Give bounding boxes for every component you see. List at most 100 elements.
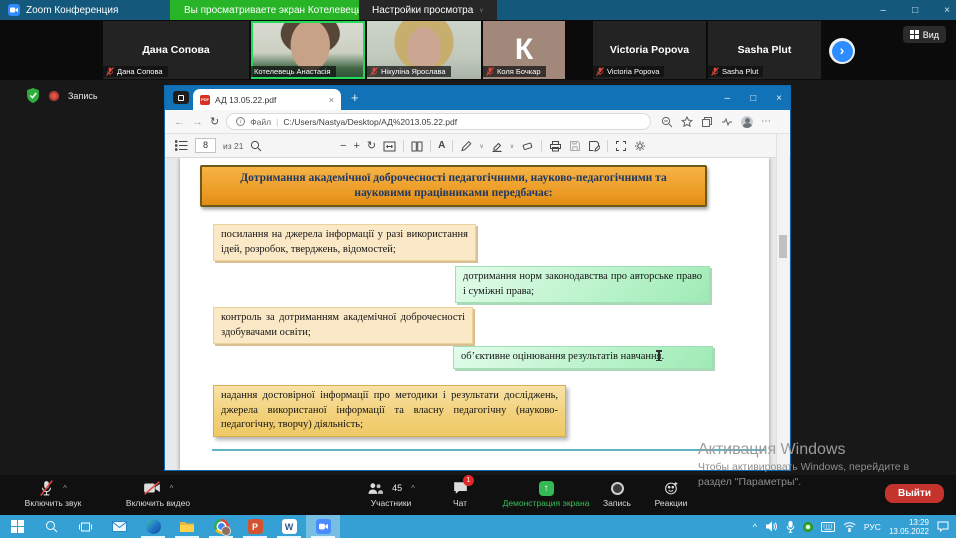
action-center-icon[interactable]	[937, 521, 949, 532]
chevron-up-icon[interactable]: ^	[170, 484, 174, 493]
participant-tile[interactable]: Дана Сопова Дана Сопова	[103, 21, 249, 79]
minimize-button[interactable]: –	[881, 5, 887, 16]
eraser-icon[interactable]	[521, 141, 534, 152]
save-icon[interactable]	[569, 140, 581, 152]
chrome-icon	[214, 519, 229, 534]
settings-gear-icon[interactable]	[634, 140, 646, 152]
start-video-button[interactable]: ^ Включить видео	[104, 479, 212, 508]
shared-edge-window: PDF АД 13.05.22.pdf × + – □ × ← → ↻ i Фа…	[165, 86, 790, 470]
share-screen-button[interactable]: ↑ Демонстрация экрана	[490, 479, 602, 508]
slide-box: об’єктивне оцінювання результатів навчан…	[453, 346, 713, 369]
draw-pen-icon[interactable]	[460, 140, 472, 152]
participants-button[interactable]: 45 ^ Участники	[352, 479, 430, 508]
participant-video[interactable]: Нікуліна Ярослава	[367, 21, 481, 79]
participant-tile[interactable]: К Коля Бочкар	[483, 21, 565, 79]
pdf-file-icon: PDF	[200, 95, 210, 105]
taskbar-clock[interactable]: 13:29 13.05.2022	[889, 518, 929, 536]
table-of-contents-icon[interactable]	[175, 140, 188, 151]
zoom-in-icon[interactable]: +	[353, 141, 359, 152]
unmute-button[interactable]: ^ Включить звук	[5, 479, 101, 508]
favorites-star-icon[interactable]	[681, 116, 693, 128]
hidden-icons-chevron[interactable]: ^	[753, 522, 757, 532]
touch-keyboard-icon[interactable]	[821, 522, 835, 532]
edge-maximize-button[interactable]: □	[750, 93, 756, 104]
taskbar-chrome-button[interactable]	[204, 515, 238, 538]
browser-tab[interactable]: PDF АД 13.05.22.pdf ×	[193, 89, 341, 110]
chat-badge: 1	[463, 475, 474, 486]
tray-mic-icon[interactable]	[786, 521, 795, 533]
more-menu-icon[interactable]: ⋯	[761, 116, 772, 127]
taskbar-search-button[interactable]	[34, 515, 68, 538]
mic-muted-icon	[39, 480, 54, 496]
participant-video[interactable]: Котелевець Анастасія	[251, 21, 365, 79]
fit-to-width-icon[interactable]	[383, 141, 396, 152]
maximize-button[interactable]: □	[912, 5, 918, 16]
reactions-button[interactable]: Реакции	[644, 479, 698, 508]
read-aloud-icon[interactable]: A	[438, 141, 445, 151]
refresh-icon[interactable]: ↻	[210, 115, 219, 128]
search-icon[interactable]	[250, 140, 262, 152]
text-cursor	[658, 350, 660, 361]
zoom-toolbar: ^ Включить звук ^ Включить видео 45 ^ Уч…	[0, 475, 956, 515]
browser-essentials-icon[interactable]	[721, 116, 733, 128]
taskbar-zoom-button[interactable]	[306, 515, 340, 538]
collections-icon[interactable]	[701, 116, 713, 128]
chat-button[interactable]: 1 Чат	[438, 479, 482, 508]
chevron-up-icon[interactable]: ^	[411, 484, 415, 493]
chevron-down-icon: ∨	[479, 7, 483, 14]
chevron-up-icon[interactable]: ^	[63, 484, 67, 493]
view-layout-button[interactable]: Вид	[903, 26, 946, 43]
chevron-down-icon[interactable]: ∨	[510, 143, 514, 150]
zoom-app-icon	[316, 519, 331, 534]
address-bar[interactable]: i Файл | C:/Users/Nastya/Desktop/АД%2013…	[226, 113, 651, 130]
leave-button[interactable]: Выйти	[885, 484, 944, 503]
meeting-stage: Запись PDF АД 13.05.22.pdf × + – □ × ← →…	[0, 80, 956, 475]
chevron-down-icon[interactable]: ∨	[479, 143, 483, 150]
back-icon[interactable]: ←	[174, 116, 185, 128]
zoom-out-icon[interactable]	[661, 116, 673, 128]
highlighter-icon[interactable]	[491, 140, 503, 152]
participant-tile[interactable]: Sasha Plut Sasha Plut	[708, 21, 821, 79]
taskbar-explorer-button[interactable]	[170, 515, 204, 538]
profile-avatar-icon[interactable]	[741, 116, 753, 128]
print-icon[interactable]	[549, 140, 562, 152]
record-icon	[611, 482, 624, 495]
participant-tile[interactable]: Victoria Popova Victoria Popova	[593, 21, 706, 79]
taskbar-powerpoint-button[interactable]: P	[238, 515, 272, 538]
tab-close-icon[interactable]: ×	[329, 95, 334, 105]
forward-icon[interactable]: →	[192, 116, 203, 128]
new-tab-button[interactable]: +	[351, 90, 359, 105]
record-button[interactable]: Запись	[592, 479, 642, 508]
edge-close-button[interactable]: ×	[776, 93, 782, 104]
url-scheme-label: Файл	[250, 117, 271, 127]
wifi-icon[interactable]	[843, 521, 856, 532]
tab-actions-icon[interactable]	[173, 91, 189, 104]
view-settings-menu[interactable]: Настройки просмотра ∨	[359, 0, 497, 20]
volume-icon[interactable]	[765, 521, 778, 532]
close-button[interactable]: ×	[944, 5, 950, 16]
scrollbar-thumb[interactable]	[779, 235, 787, 258]
taskbar-word-button[interactable]: W	[272, 515, 306, 538]
save-as-icon[interactable]	[588, 140, 600, 152]
edge-minimize-button[interactable]: –	[725, 93, 731, 104]
participant-label: Нікуліна Ярослава	[381, 67, 446, 76]
taskbar-edge-button[interactable]	[136, 515, 170, 538]
zoom-out-icon[interactable]: −	[340, 141, 346, 152]
fullscreen-icon[interactable]	[615, 140, 627, 152]
task-view-button[interactable]	[68, 515, 102, 538]
pdf-scrollbar[interactable]	[776, 134, 789, 469]
powerpoint-icon: P	[248, 519, 263, 534]
edge-tabbar: PDF АД 13.05.22.pdf × + – □ ×	[165, 86, 790, 110]
page-view-icon[interactable]	[411, 141, 423, 152]
pdf-toolbar: 8 из 21 − + ↻ A ∨ ∨	[165, 134, 790, 158]
camera-off-icon	[143, 481, 161, 495]
rotate-icon[interactable]: ↻	[367, 141, 376, 152]
taskbar-mail-button[interactable]	[102, 515, 136, 538]
page-info-icon[interactable]: i	[236, 117, 245, 126]
language-indicator[interactable]: РУС	[864, 522, 881, 532]
page-number-input[interactable]: 8	[195, 138, 216, 153]
slide-divider-line	[212, 449, 765, 451]
start-button[interactable]	[0, 515, 34, 538]
next-participants-button[interactable]: ›	[829, 38, 855, 64]
antivirus-icon[interactable]	[803, 522, 813, 532]
